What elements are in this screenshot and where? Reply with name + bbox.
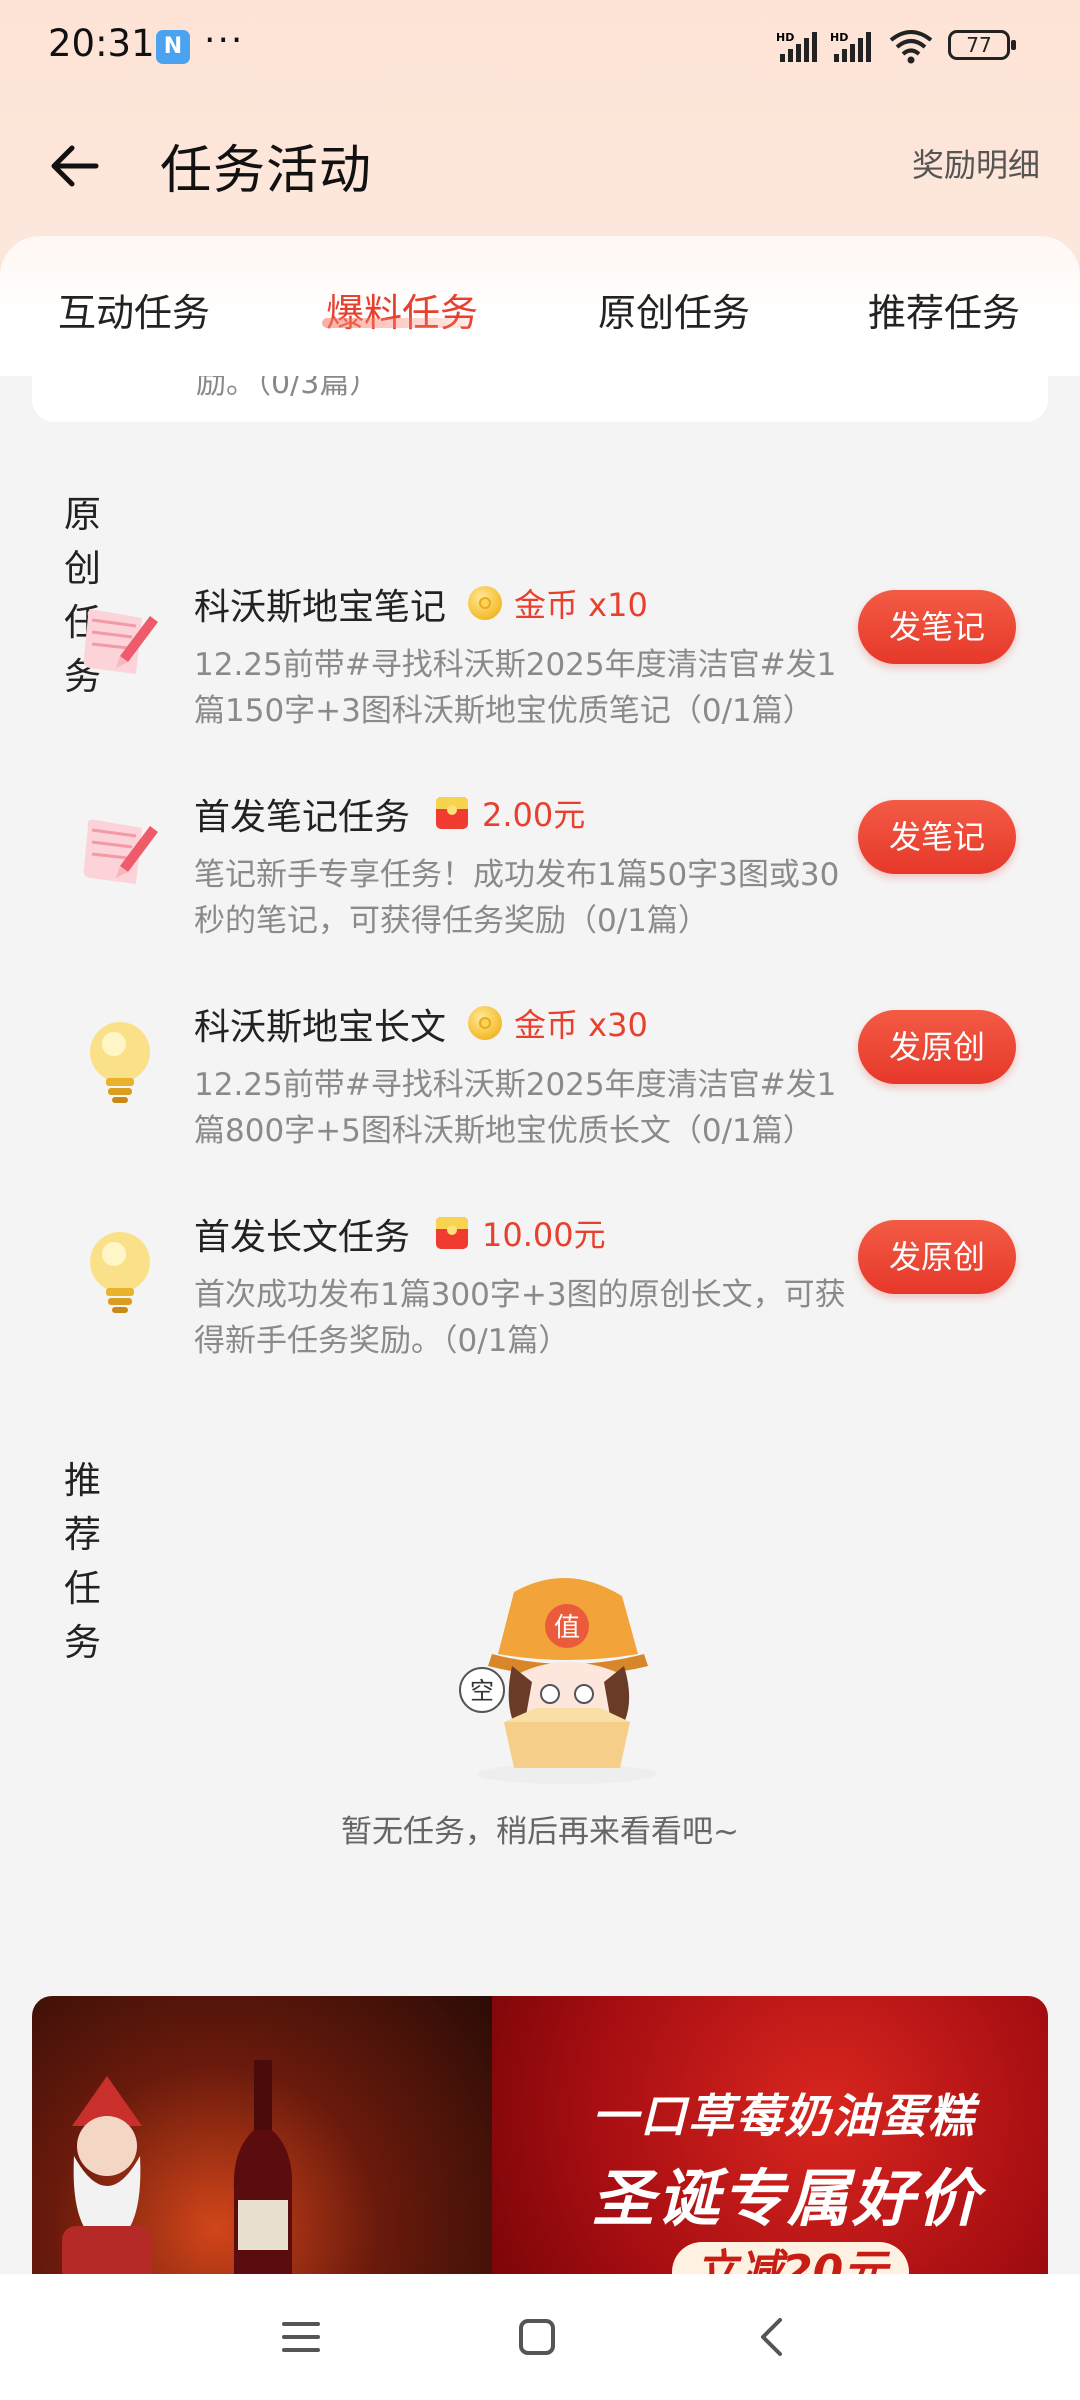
back-arrow-icon[interactable]: [46, 138, 102, 194]
task-desc: 首次成功发布1篇300字+3图的原创长文，可获得新手任务奖励。（0/1篇）: [194, 1277, 846, 1359]
task-name: 科沃斯地宝长文: [194, 1007, 447, 1048]
mascot-hat-badge: 值: [554, 1613, 580, 1643]
tab-original[interactable]: 原创任务: [598, 282, 750, 337]
tab-recommend[interactable]: 推荐任务: [868, 282, 1020, 337]
task-name: 首发长文任务: [194, 1217, 411, 1258]
red-packet-icon: [436, 797, 468, 829]
home-icon[interactable]: [512, 2312, 562, 2362]
task-reward: 10.00元: [436, 1210, 606, 1256]
post-original-button[interactable]: 发原创: [858, 1220, 1016, 1294]
red-packet-icon: [436, 1217, 468, 1249]
wine-bottle-icon: [233, 2060, 293, 2286]
system-navigation-bar: [0, 2274, 1080, 2400]
santa-figure-icon: [62, 2076, 152, 2286]
post-note-button[interactable]: 发笔记: [858, 800, 1016, 874]
svg-text:HD: HD: [776, 31, 794, 44]
reward-amount: 金币 x10: [514, 586, 648, 624]
reward-amount: 金币 x30: [514, 1006, 648, 1044]
post-original-button[interactable]: 发原创: [858, 1010, 1016, 1084]
previous-task-desc-tail: 励。（0/3篇）: [196, 376, 380, 401]
coin-icon: [468, 1006, 502, 1040]
note-icon: [83, 819, 158, 884]
tab-tipoff[interactable]: 爆料任务: [326, 282, 478, 337]
battery-level: 77: [966, 33, 992, 57]
reward-amount: 2.00元: [482, 796, 586, 834]
banner-headline: 一口草莓奶油蛋糕: [592, 2089, 976, 2143]
signal-hd-icon: HD: [776, 31, 817, 62]
lightbulb-icon: [90, 1232, 150, 1313]
task-row: 首发笔记任务 2.00元 笔记新手专享任务！成功发布1篇50字3图或30秒的笔记…: [32, 788, 1048, 988]
status-time: 20:31: [48, 22, 155, 65]
task-desc: 12.25前带#寻找科沃斯2025年度清洁官#发1篇800字+5图科沃斯地宝优质…: [194, 1067, 837, 1149]
wifi-icon: [889, 30, 933, 64]
task-row: 科沃斯地宝笔记 金币 x10 12.25前带#寻找科沃斯2025年度清洁官#发1…: [32, 578, 1048, 778]
previous-task-card: 励。（0/3篇）: [32, 376, 1048, 422]
battery-icon: 77: [948, 30, 1016, 60]
menu-icon[interactable]: [276, 2312, 326, 2362]
section-title: 推荐任务: [64, 1459, 101, 1664]
task-reward: 2.00元: [436, 790, 585, 836]
task-desc: 12.25前带#寻找科沃斯2025年度清洁官#发1篇150字+3图科沃斯地宝优质…: [194, 647, 837, 729]
back-icon[interactable]: [748, 2312, 798, 2362]
empty-state-mascot-illustration: 值 空: [459, 1577, 657, 1784]
task-desc: 笔记新手专享任务！成功发布1篇50字3图或30秒的笔记，可获得任务奖励（0/1篇…: [194, 857, 840, 939]
task-reward: 金币 x10: [468, 580, 648, 626]
active-tab-indicator: [322, 318, 472, 328]
nfc-icon: [156, 30, 190, 64]
note-icon: [83, 609, 158, 674]
mascot-speech-bubble: 空: [470, 1677, 494, 1705]
empty-state-text: 暂无任务，稍后再来看看吧~: [341, 1814, 739, 1850]
svg-text:HD: HD: [830, 31, 848, 44]
task-name: 首发笔记任务: [194, 797, 411, 838]
page-title: 任务活动: [160, 141, 373, 201]
reward-detail-link[interactable]: 奖励明细: [912, 140, 1040, 186]
post-note-button[interactable]: 发笔记: [858, 590, 1016, 664]
more-notifications-icon: ···: [204, 20, 245, 61]
task-name: 科沃斯地宝笔记: [194, 587, 447, 628]
banner-title: 圣诞专属好价: [592, 2162, 983, 2235]
signal-hd-icon-2: HD: [830, 31, 871, 62]
task-reward: 金币 x30: [468, 1000, 648, 1046]
coin-icon: [468, 586, 502, 620]
lightbulb-icon: [90, 1022, 150, 1103]
tab-interaction[interactable]: 互动任务: [58, 282, 210, 337]
status-bar: 20:31 ··· HD HD 77: [0, 0, 1080, 90]
task-row: 科沃斯地宝长文 金币 x30 12.25前带#寻找科沃斯2025年度清洁官#发1…: [32, 998, 1048, 1198]
reward-amount: 10.00元: [482, 1216, 606, 1254]
promo-banner[interactable]: 一口草莓奶油蛋糕 圣诞专属好价 立减20元: [32, 1996, 1048, 2286]
task-row: 首发长文任务 10.00元 首次成功发布1篇300字+3图的原创长文，可获得新手…: [32, 1208, 1048, 1408]
tab-bar: 互动任务 爆料任务 原创任务 推荐任务: [0, 236, 1080, 376]
